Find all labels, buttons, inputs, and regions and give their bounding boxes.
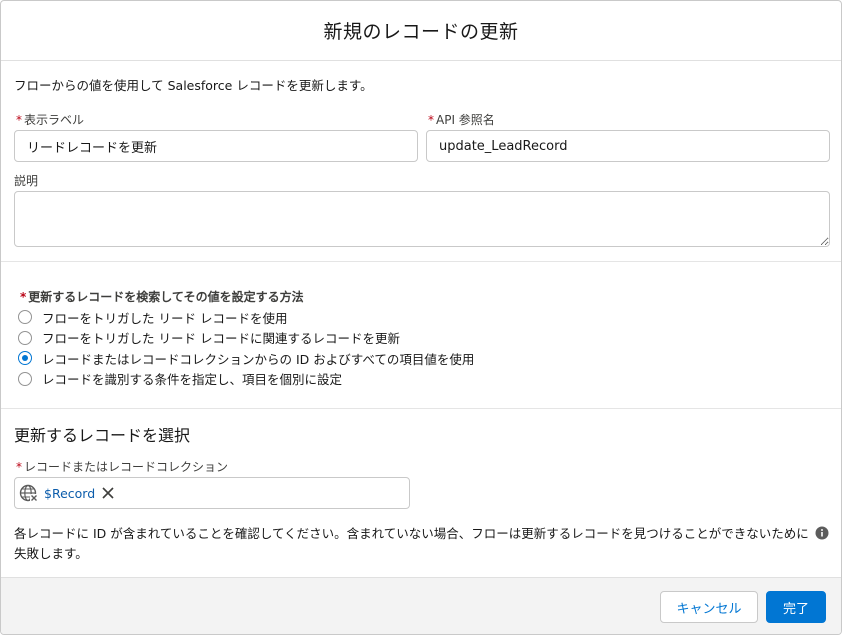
record-collection-lookup[interactable]: $Record: [14, 477, 410, 509]
record-collection-label: * レコードまたはレコードコレクション: [16, 458, 228, 475]
api-name-field-label: * API 参照名: [428, 111, 495, 128]
modal-intro-text: フローからの値を使用して Salesforce レコードを更新します。: [14, 78, 373, 93]
radio-option-label: フローをトリガした リード レコードに関連するレコードを更新: [42, 331, 400, 347]
method-radio-group: フローをトリガした リード レコードを使用 フローをトリガした リード レコード…: [18, 307, 474, 389]
radio-option-triggering-record[interactable]: フローをトリガした リード レコードを使用: [18, 307, 474, 328]
select-records-title: 更新するレコードを選択: [14, 426, 191, 445]
radio-button[interactable]: [18, 371, 32, 386]
radio-option-label: レコードを識別する条件を指定し、項目を個別に設定: [42, 372, 343, 388]
radio-option-record-collection[interactable]: レコードまたはレコードコレクションからの ID およびすべての項目値を使用: [18, 348, 474, 369]
description-textarea[interactable]: [14, 191, 830, 247]
api-name-input[interactable]: [426, 130, 830, 162]
required-marker: *: [16, 460, 22, 474]
modal-title: 新規のレコードの更新: [323, 21, 519, 43]
info-icon[interactable]: [815, 526, 829, 540]
radio-option-label: フローをトリガした リード レコードを使用: [42, 310, 288, 326]
label-field-label: * 表示ラベル: [16, 111, 84, 128]
globe-variable-icon: [19, 484, 38, 502]
label-field-label-text: 表示ラベル: [24, 113, 85, 127]
radio-option-label: レコードまたはレコードコレクションからの ID およびすべての項目値を使用: [42, 351, 475, 367]
record-collection-label-text: レコードまたはレコードコレクション: [24, 460, 229, 474]
id-requirement-note: 各レコードに ID が含まれていることを確認してください。含まれていない場合、フ…: [14, 526, 809, 561]
radio-option-related-record[interactable]: フローをトリガした リード レコードに関連するレコードを更新: [18, 328, 474, 349]
cancel-button[interactable]: キャンセル: [660, 591, 758, 623]
required-marker: *: [20, 290, 27, 304]
modal-footer: キャンセル 完了: [1, 577, 841, 634]
section-divider: [1, 408, 841, 409]
done-button[interactable]: 完了: [766, 591, 826, 623]
new-update-records-modal: 新規のレコードの更新 フローからの値を使用して Salesforce レコードを…: [0, 0, 842, 635]
label-input[interactable]: [14, 130, 418, 162]
section-divider: [1, 261, 841, 262]
radio-button[interactable]: [18, 310, 32, 325]
required-marker: *: [428, 113, 434, 127]
radio-option-conditions[interactable]: レコードを識別する条件を指定し、項目を個別に設定: [18, 369, 474, 390]
radio-button[interactable]: [18, 330, 32, 345]
record-pill-label: $Record: [44, 485, 96, 501]
radio-selected-dot: [22, 355, 28, 362]
description-label: 説明: [14, 174, 39, 188]
method-label-text: 更新するレコードを検索してその値を設定する方法: [28, 290, 304, 304]
close-icon[interactable]: [101, 486, 115, 500]
api-name-field-label-text: API 参照名: [436, 113, 495, 127]
required-marker: *: [16, 113, 22, 127]
radio-button-selected[interactable]: [18, 351, 32, 366]
record-pill[interactable]: $Record: [19, 481, 115, 505]
method-label: * 更新するレコードを検索してその値を設定する方法: [20, 288, 304, 305]
modal-header: 新規のレコードの更新: [1, 1, 841, 61]
